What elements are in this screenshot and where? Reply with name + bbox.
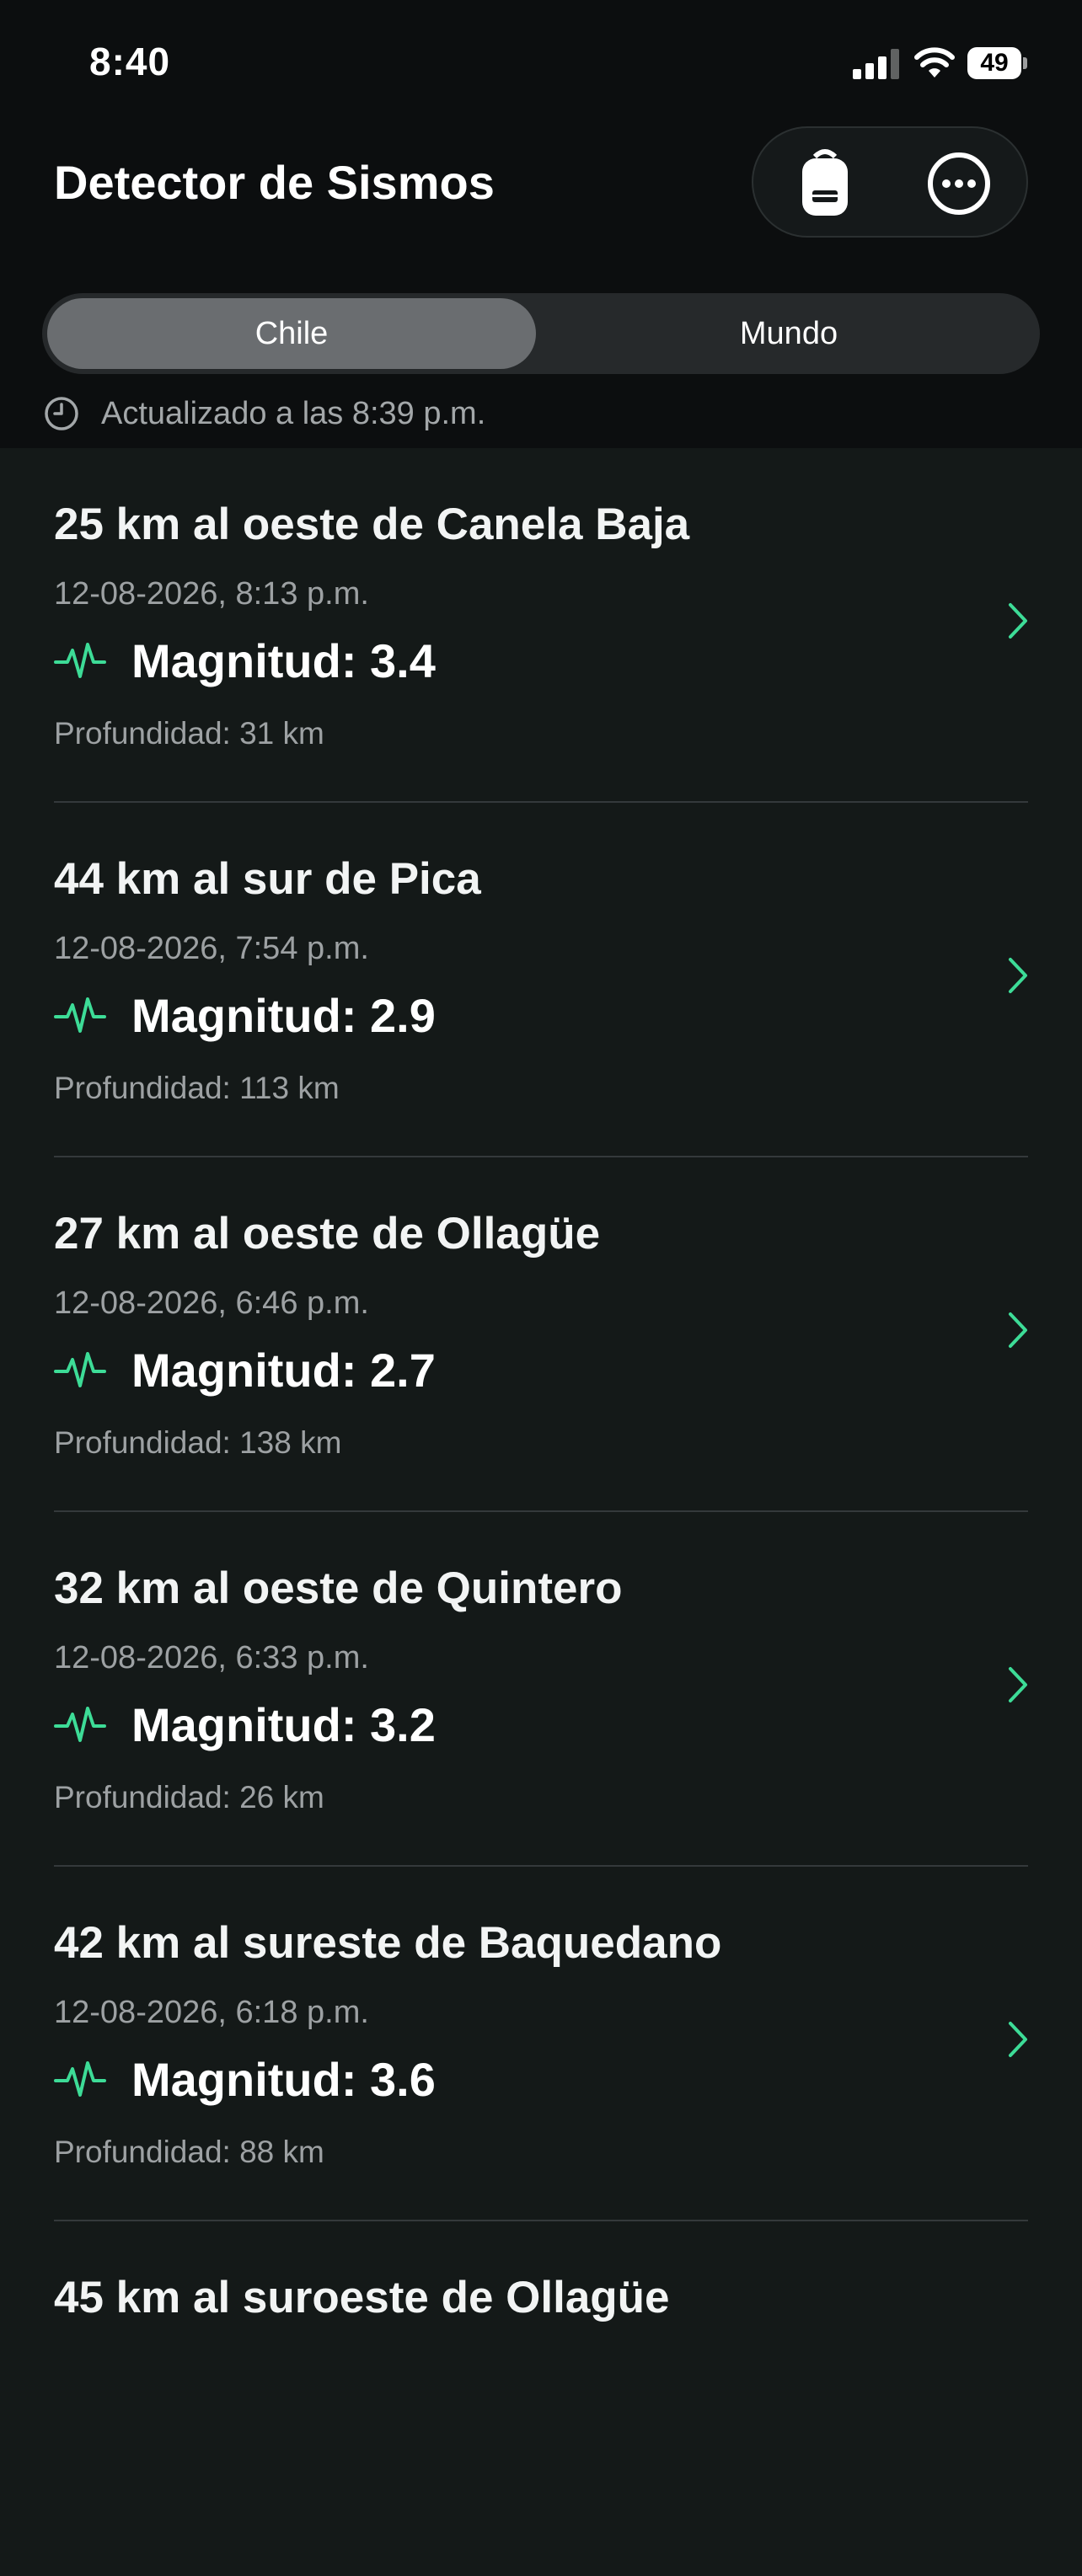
event-location: 32 km al oeste de Quintero (54, 1563, 623, 1613)
event-depth: Profundidad: 138 km (54, 1425, 342, 1460)
list-item[interactable]: 25 km al oeste de Canela Baja 12-08-2026… (0, 448, 1082, 803)
segment-mundo[interactable]: Mundo (544, 298, 1033, 369)
status-time: 8:40 (89, 40, 171, 83)
event-datetime: 12-08-2026, 6:46 p.m. (54, 1285, 369, 1321)
battery-icon: 49 (967, 47, 1028, 79)
battery-tip (1023, 57, 1027, 69)
pulse-icon (54, 1352, 106, 1387)
event-magnitude: Magnitud: 3.4 (131, 633, 436, 687)
event-datetime: 12-08-2026, 7:54 p.m. (54, 931, 369, 966)
event-magnitude: Magnitud: 2.7 (131, 1343, 436, 1397)
list-item[interactable]: 32 km al oeste de Quintero 12-08-2026, 6… (0, 1512, 1082, 1867)
segment-chile[interactable]: Chile (47, 298, 536, 369)
list-item[interactable]: 44 km al sur de Pica 12-08-2026, 7:54 p.… (0, 803, 1082, 1157)
chevron-right-icon (1009, 1667, 1027, 1702)
list-item[interactable]: 27 km al oeste de Ollagüe 12-08-2026, 6:… (0, 1157, 1082, 1512)
clock-icon (45, 397, 78, 430)
list-item[interactable]: 45 km al suroeste de Ollagüe (0, 2221, 1082, 2576)
region-segmented-control: Chile Mundo (42, 293, 1040, 374)
event-depth: Profundidad: 88 km (54, 2135, 324, 2169)
last-updated: Actualizado a las 8:39 p.m. (44, 393, 485, 435)
pulse-icon (54, 643, 106, 678)
header-area: 8:40 49 Detector de Sismos Chile Mundo A… (0, 0, 1082, 448)
event-magnitude: Magnitud: 3.6 (131, 2052, 436, 2106)
more-ellipsis-icon[interactable] (922, 147, 996, 221)
event-depth: Profundidad: 113 km (54, 1071, 340, 1105)
event-magnitude: Magnitud: 2.9 (131, 988, 436, 1042)
pulse-icon (54, 997, 106, 1033)
event-magnitude-row: Magnitud: 2.9 (54, 980, 436, 1050)
event-depth: Profundidad: 26 km (54, 1780, 324, 1814)
event-magnitude-row: Magnitud: 2.7 (54, 1334, 436, 1405)
chevron-right-icon (1009, 603, 1027, 639)
event-location: 45 km al suroeste de Ollagüe (54, 2273, 670, 2322)
event-location: 42 km al sureste de Baquedano (54, 1918, 722, 1968)
cellular-signal-icon (853, 49, 899, 79)
event-location: 25 km al oeste de Canela Baja (54, 500, 690, 549)
pulse-icon (54, 1707, 106, 1742)
event-magnitude: Magnitud: 3.2 (131, 1697, 436, 1751)
chevron-right-icon (1009, 1312, 1027, 1348)
nav-actions (752, 126, 1028, 238)
updated-label: Actualizado a las 8:39 p.m. (101, 395, 486, 431)
list-item[interactable]: 42 km al sureste de Baquedano 12-08-2026… (0, 1867, 1082, 2221)
wifi-icon (914, 47, 955, 77)
page-title: Detector de Sismos (54, 156, 495, 209)
backpack-icon[interactable] (787, 145, 863, 221)
pulse-icon (54, 2061, 106, 2097)
chevron-right-icon (1009, 958, 1027, 993)
event-datetime: 12-08-2026, 8:13 p.m. (54, 576, 369, 612)
event-magnitude-row: Magnitud: 3.4 (54, 625, 436, 696)
event-datetime: 12-08-2026, 6:18 p.m. (54, 1995, 369, 2030)
chevron-right-icon (1009, 2022, 1027, 2057)
event-depth: Profundidad: 31 km (54, 716, 324, 751)
event-datetime: 12-08-2026, 6:33 p.m. (54, 1640, 369, 1675)
event-location: 44 km al sur de Pica (54, 854, 481, 904)
event-magnitude-row: Magnitud: 3.6 (54, 2044, 436, 2114)
event-location: 27 km al oeste de Ollagüe (54, 1209, 601, 1259)
event-magnitude-row: Magnitud: 3.2 (54, 1689, 436, 1760)
battery-level: 49 (967, 47, 1021, 79)
